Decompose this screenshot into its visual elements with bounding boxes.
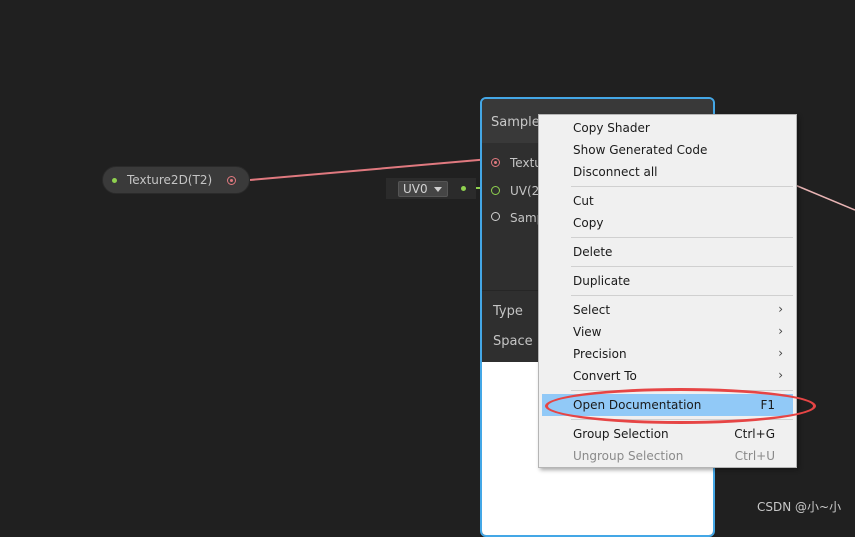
- space-property-label: Space: [493, 334, 533, 349]
- uv-chip-port[interactable]: [461, 186, 466, 191]
- menu-separator: [571, 295, 793, 296]
- submenu-arrow-icon: ›: [778, 302, 783, 316]
- menu-separator: [571, 266, 793, 267]
- menu-item-copy[interactable]: Copy: [542, 212, 793, 234]
- dropdown-caret-icon: [434, 187, 442, 192]
- menu-item-disconnect-all[interactable]: Disconnect all: [542, 161, 793, 183]
- submenu-arrow-icon: ›: [778, 346, 783, 360]
- uv-input-port[interactable]: [491, 186, 500, 195]
- property-node-label: Texture2D(T2): [127, 173, 213, 187]
- menu-item-convert-to[interactable]: Convert To ›: [542, 365, 793, 387]
- shortcut-ctrl-g: Ctrl+G: [734, 427, 775, 441]
- menu-item-ungroup-selection: Ungroup Selection Ctrl+U: [573, 449, 775, 463]
- menu-item-view[interactable]: View ›: [542, 321, 793, 343]
- uv-port-label: UV(2: [510, 184, 540, 198]
- menu-item-show-generated-code[interactable]: Show Generated Code: [542, 139, 793, 161]
- property-output-port[interactable]: [227, 176, 236, 185]
- menu-separator: [571, 237, 793, 238]
- menu-item-cut[interactable]: Cut: [542, 190, 793, 212]
- submenu-arrow-icon: ›: [778, 368, 783, 382]
- menu-item-select[interactable]: Select ›: [542, 299, 793, 321]
- menu-item-delete[interactable]: Delete: [542, 241, 793, 263]
- uv-channel-value: UV0: [403, 182, 428, 196]
- menu-separator: [571, 186, 793, 187]
- sample-node-title: Sample: [491, 115, 540, 130]
- menu-item-copy-shader[interactable]: Copy Shader: [542, 117, 793, 139]
- menu-item-group-selection[interactable]: Group Selection Ctrl+G: [542, 423, 793, 445]
- annotation-ellipse: [545, 388, 816, 424]
- property-node-status-dot: [112, 178, 117, 183]
- sampler-input-port[interactable]: [491, 212, 500, 221]
- submenu-arrow-icon: ›: [778, 324, 783, 338]
- shortcut-ctrl-u: Ctrl+U: [734, 449, 775, 463]
- type-property-label: Type: [493, 304, 523, 319]
- uv-channel-dropdown[interactable]: UV0: [398, 181, 448, 197]
- texture2d-property-node[interactable]: Texture2D(T2): [102, 166, 250, 194]
- texture-wire: [249, 158, 491, 181]
- menu-item-precision[interactable]: Precision ›: [542, 343, 793, 365]
- csdn-watermark: CSDN @小~小: [757, 500, 842, 514]
- output-wire: [794, 184, 855, 211]
- menu-item-duplicate[interactable]: Duplicate: [542, 270, 793, 292]
- texture-input-port[interactable]: [491, 158, 500, 167]
